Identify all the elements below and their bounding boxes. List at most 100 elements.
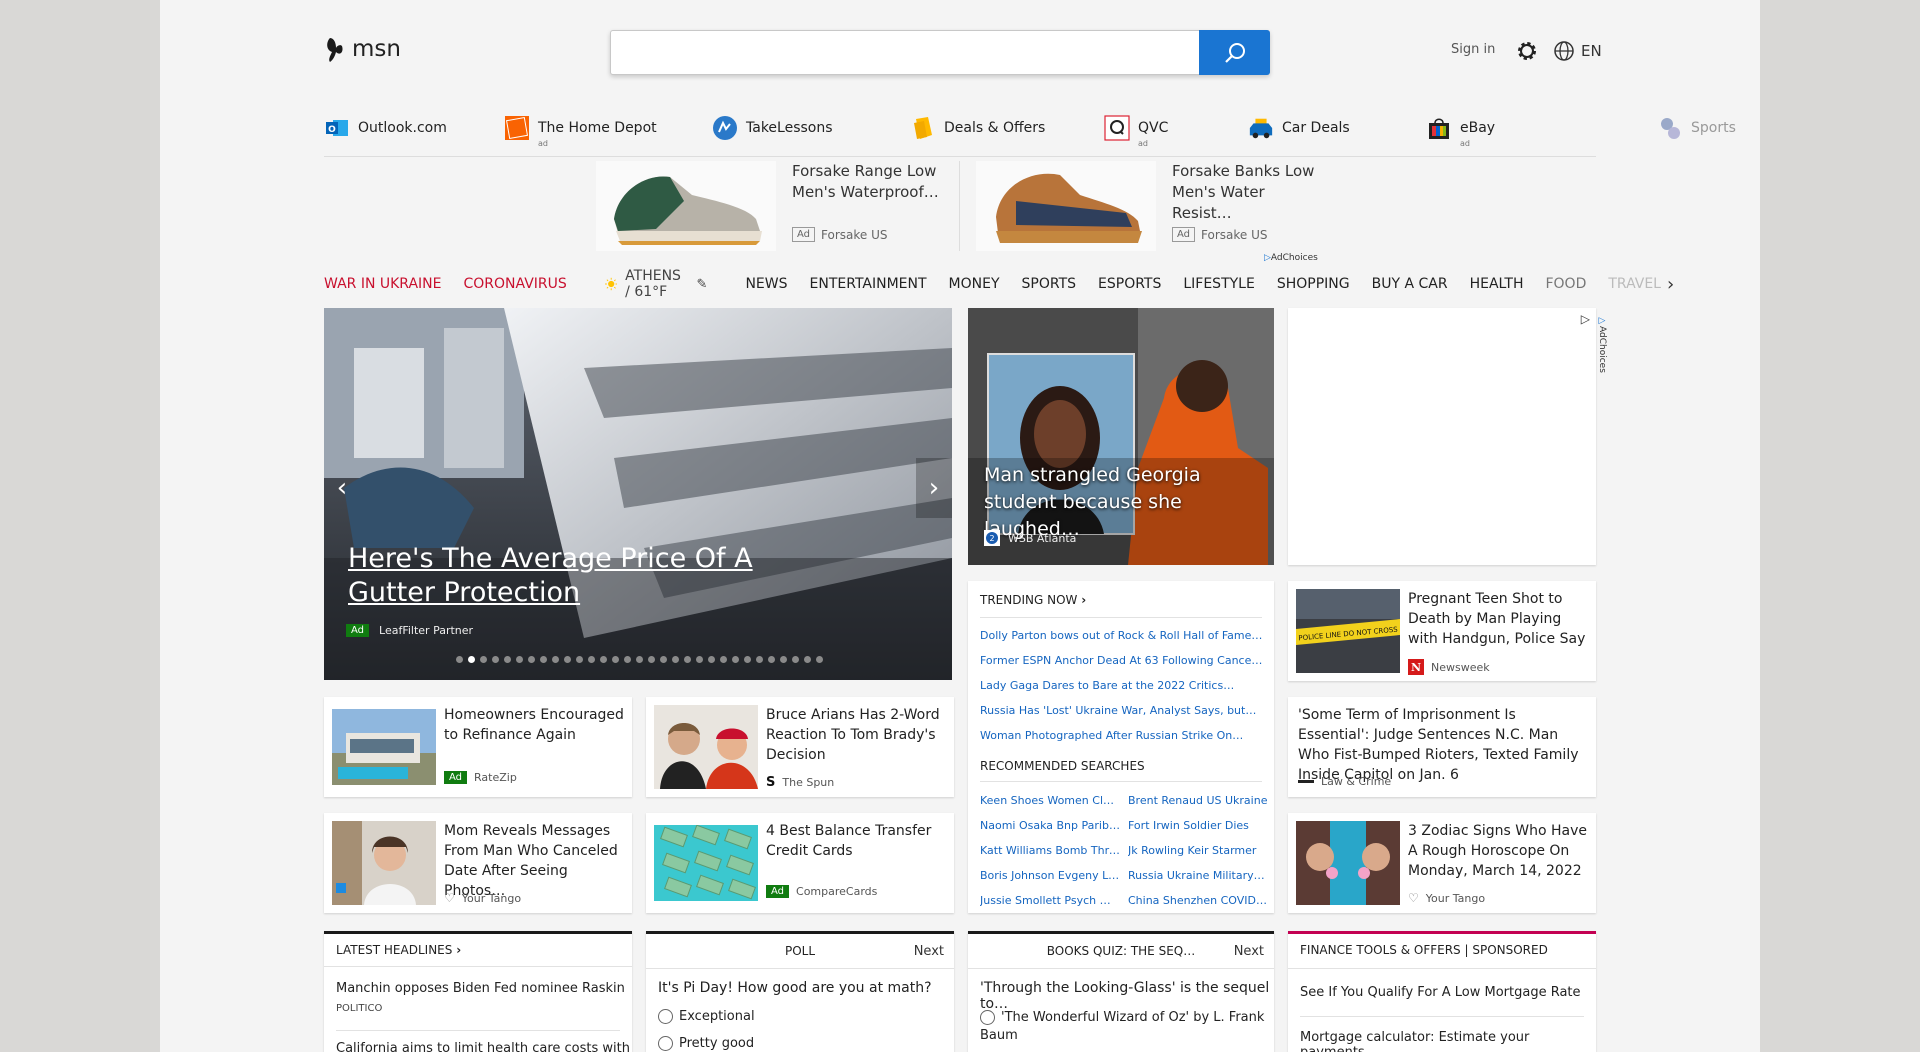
trending-link[interactable]: Dolly Parton bows out of Rock & Roll Hal… [980,629,1264,642]
poll-option[interactable]: Exceptional [658,1009,755,1024]
carousel-dot[interactable] [455,656,463,663]
hero-prev-button[interactable]: ‹ [324,458,360,518]
news-card[interactable]: 3 Zodiac Signs Who Have A Rough Horoscop… [1288,813,1596,913]
carousel-dot[interactable] [683,656,691,663]
carousel-dot[interactable] [779,656,787,663]
quick-link-outlook[interactable]: O Outlook.com [324,115,447,141]
news-card[interactable]: Bruce Arians Has 2-Word Reaction To Tom … [646,697,954,797]
carousel-dot[interactable] [695,656,703,663]
quick-link-takelessons[interactable]: TakeLessons [712,115,833,141]
ad-card[interactable]: Forsake Range Low Men's Waterproof… Ad Fo… [596,161,939,253]
recommended-search-link[interactable]: Boris Johnson Evgeny Le… [980,869,1120,882]
carousel-dot[interactable] [791,656,799,663]
quick-link-home-depot[interactable]: The Home Depot ad [504,115,657,148]
ad-placeholder[interactable]: ▷ [1288,308,1596,565]
recommended-search-link[interactable]: Keen Shoes Women Clea… [980,794,1120,807]
recommended-search-link[interactable]: Brent Renaud US Ukraine [1128,794,1268,807]
carousel-dot[interactable] [707,656,715,663]
carousel-dot[interactable] [611,656,619,663]
edit-pencil-icon[interactable]: ✎ [697,277,708,292]
language-selector[interactable]: EN [1553,40,1602,62]
radio-button[interactable] [658,1009,673,1024]
headline-link[interactable]: Manchin opposes Biden Fed nominee Raskin [336,981,625,996]
carousel-dot[interactable] [551,656,559,663]
recommended-search-link[interactable]: Fort Irwin Soldier Dies [1128,819,1268,832]
carousel-dot[interactable] [491,656,499,663]
trending-heading[interactable]: TRENDING NOW › [980,593,1086,607]
carousel-dot[interactable] [527,656,535,663]
quiz-option[interactable]: 'The Wonderful Wizard of Oz' by L. Frank… [980,1009,1270,1045]
nav-news[interactable]: NEWS [745,276,787,292]
quick-link-sports[interactable]: Sports [1657,115,1736,141]
trending-link[interactable]: Woman Photographed After Russian Strike … [980,729,1264,742]
sign-in-link[interactable]: Sign in [1451,42,1495,57]
trending-link[interactable]: Former ESPN Anchor Dead At 63 Following … [980,654,1264,667]
adchoices-link[interactable]: ▷AdChoices [1264,253,1318,263]
poll-option[interactable]: Pretty good [658,1036,754,1051]
carousel-dot[interactable] [731,656,739,663]
quick-link-ebay[interactable]: eBay ad [1426,115,1495,148]
radio-button[interactable] [658,1036,673,1051]
trending-link[interactable]: Lady Gaga Dares to Bare at the 2022 Crit… [980,679,1264,692]
search-input[interactable] [611,31,1239,74]
carousel-dot[interactable] [743,656,751,663]
recommended-search-link[interactable]: Russia Ukraine Military … [1128,869,1268,882]
ad-card[interactable]: Forsake Banks Low Men's Water Resist… Ad… [976,161,1316,253]
carousel-dot[interactable] [575,656,583,663]
nav-coronavirus[interactable]: CORONAVIRUS [464,276,567,292]
recommended-search-link[interactable]: Jk Rowling Keir Starmer [1128,844,1268,857]
carousel-dot[interactable] [803,656,811,663]
carousel-dot[interactable] [647,656,655,663]
quick-link-car-deals[interactable]: Car Deals [1248,115,1350,141]
carousel-dot[interactable] [515,656,523,663]
carousel-dot[interactable] [539,656,547,663]
recommended-search-link[interactable]: Naomi Osaka Bnp Pariba… [980,819,1120,832]
nav-lifestyle[interactable]: LIFESTYLE [1183,276,1254,292]
nav-next-button[interactable]: › [1667,274,1674,295]
nav-war-in-ukraine[interactable]: WAR IN UKRAINE [324,276,442,292]
nav-esports[interactable]: ESPORTS [1098,276,1161,292]
carousel-dot[interactable] [755,656,763,663]
recommended-search-link[interactable]: Katt Williams Bomb Threat [980,844,1120,857]
nav-sports[interactable]: SPORTS [1022,276,1077,292]
nav-money[interactable]: MONEY [949,276,1000,292]
news-card[interactable]: 4 Best Balance Transfer Credit Cards Ad C… [646,813,954,913]
finance-link[interactable]: See If You Qualify For A Low Mortgage Ra… [1300,985,1581,1000]
carousel-dot[interactable] [587,656,595,663]
recommended-search-link[interactable]: Jussie Smollett Psych Wa… [980,894,1120,907]
poll-next-button[interactable]: Next [914,944,944,959]
news-card[interactable]: POLICE LINE DO NOT CROSS Pregnant Teen S… [1288,581,1596,681]
carousel-dot[interactable] [659,656,667,663]
msn-logo[interactable]: msn [324,34,401,64]
nav-entertainment[interactable]: ENTERTAINMENT [810,276,927,292]
quick-link-deals[interactable]: Deals & Offers [910,115,1045,141]
carousel-dot[interactable] [719,656,727,663]
hero-carousel[interactable]: ‹ › Here's The Average Price Of A Gutter… [324,308,952,680]
nav-buy-a-car[interactable]: BUY A CAR [1372,276,1448,292]
carousel-dot[interactable] [635,656,643,663]
headline-link[interactable]: California aims to limit health care cos… [336,1041,630,1052]
top-story-card[interactable]: Man strangled Georgia student because sh… [968,308,1274,565]
finance-link[interactable]: Mortgage calculator: Estimate your payme… [1300,1030,1596,1052]
news-card[interactable]: 'Some Term of Imprisonment Is Essential'… [1288,697,1596,797]
adchoices-vertical[interactable]: ▷AdChoices [1597,316,1607,373]
carousel-dot[interactable] [503,656,511,663]
nav-food[interactable]: FOOD [1545,276,1586,292]
carousel-dot[interactable] [815,656,823,663]
carousel-dot[interactable] [599,656,607,663]
recommended-search-link[interactable]: China Shenzhen COVID… [1128,894,1268,907]
nav-shopping[interactable]: SHOPPING [1277,276,1350,292]
hero-title[interactable]: Here's The Average Price Of A Gutter Pro… [348,542,828,610]
carousel-dot-active[interactable] [467,656,475,663]
carousel-dot[interactable] [623,656,631,663]
weather-widget[interactable]: ATHENS / 61°F ✎ [604,268,708,300]
latest-headlines-heading[interactable]: LATEST HEADLINES › [336,943,461,957]
radio-button[interactable] [980,1010,995,1025]
trending-link[interactable]: Russia Has 'Lost' Ukraine War, Analyst S… [980,704,1264,717]
quick-link-qvc[interactable]: QVC ad [1104,115,1168,148]
news-card[interactable]: Mom Reveals Messages From Man Who Cancel… [324,813,632,913]
search-button[interactable] [1199,30,1270,75]
nav-travel[interactable]: TRAVEL [1608,276,1661,292]
carousel-dot[interactable] [563,656,571,663]
carousel-dot[interactable] [671,656,679,663]
